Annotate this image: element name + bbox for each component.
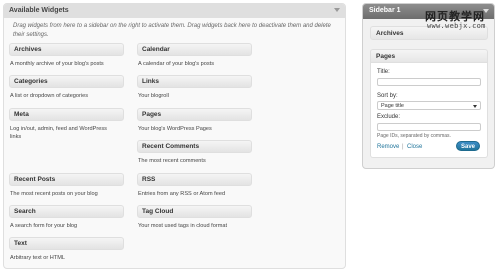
- widget-description: Your blogroll: [138, 93, 169, 99]
- widget-title[interactable]: Links: [137, 75, 252, 88]
- widget-description: Your most used tags in cloud format: [138, 223, 228, 229]
- widget-recent-comments[interactable]: Recent Comments The most recent comments: [137, 140, 252, 165]
- widget-links[interactable]: Links Your blogroll: [137, 75, 252, 100]
- widget-calendar[interactable]: Calendar A calendar of your blog's posts: [137, 43, 252, 68]
- widget-description: Entries from any RSS or Atom feed: [138, 191, 226, 197]
- sort-by-select[interactable]: Page title: [377, 101, 481, 110]
- widget-description: Log in/out, admin, feed and WordPress li…: [10, 126, 107, 140]
- widget-rss[interactable]: RSS Entries from any RSS or Atom feed: [137, 173, 252, 198]
- watermark-url: www.webjx.com: [427, 22, 486, 30]
- widget-search[interactable]: Search A search form for your blog: [9, 205, 124, 230]
- sidebar-widget-title[interactable]: Pages: [370, 49, 488, 63]
- pages-widget-settings: Title: Sort by: Page title Exclude: Page…: [370, 63, 488, 158]
- chevron-down-icon: [473, 105, 477, 108]
- sort-by-label: Sort by:: [377, 93, 398, 99]
- widget-text[interactable]: Text Arbitrary text or HTML: [9, 237, 124, 262]
- exclude-input[interactable]: [377, 123, 481, 131]
- exclude-label: Exclude:: [377, 114, 401, 120]
- available-widgets-title: Available Widgets: [9, 7, 69, 14]
- widget-description: Your blog's WordPress Pages: [138, 126, 212, 132]
- sidebar-1-title: Sidebar 1: [369, 7, 401, 14]
- save-button[interactable]: Save: [456, 141, 480, 151]
- widget-description: The most recent comments: [138, 158, 206, 164]
- widget-tag-cloud[interactable]: Tag Cloud Your most used tags in cloud f…: [137, 205, 252, 230]
- title-input[interactable]: [377, 78, 481, 86]
- widget-title[interactable]: Tag Cloud: [137, 205, 252, 218]
- widget-description: A monthly archive of your blog's posts: [10, 61, 104, 67]
- exclude-help-text: Page IDs, separated by commas.: [377, 133, 451, 139]
- widget-description: A search form for your blog: [10, 223, 78, 229]
- site-watermark: 网页教学网 www.webjx.com: [425, 8, 498, 32]
- widget-pages[interactable]: Pages Your blog's WordPress Pages: [137, 108, 252, 133]
- available-widgets-description: Drag widgets from here to a sidebar on t…: [13, 23, 331, 38]
- widget-title[interactable]: RSS: [137, 173, 252, 186]
- widget-description: The most recent posts on your blog: [10, 191, 98, 197]
- widget-description: A calendar of your blog's posts: [138, 61, 215, 67]
- sort-by-value: Page title: [381, 103, 404, 109]
- widget-title[interactable]: Recent Comments: [137, 140, 252, 153]
- remove-link[interactable]: Remove: [377, 144, 399, 150]
- widget-meta[interactable]: Meta Log in/out, admin, feed and WordPre…: [9, 108, 124, 141]
- available-widgets-header[interactable]: Available Widgets: [4, 4, 345, 18]
- widget-categories[interactable]: Categories A list or dropdown of categor…: [9, 75, 124, 100]
- widget-title[interactable]: Categories: [9, 75, 124, 88]
- widget-recent-posts[interactable]: Recent Posts The most recent posts on yo…: [9, 173, 124, 198]
- widget-title[interactable]: Pages: [137, 108, 252, 121]
- widget-title[interactable]: Meta: [9, 108, 124, 121]
- widget-description: Arbitrary text or HTML: [10, 255, 66, 261]
- close-link[interactable]: Close: [407, 144, 422, 150]
- widget-title[interactable]: Calendar: [137, 43, 252, 56]
- widget-title[interactable]: Recent Posts: [9, 173, 124, 186]
- collapse-arrow-icon[interactable]: [334, 8, 340, 12]
- widget-description: A list or dropdown of categories: [10, 93, 89, 99]
- title-label: Title:: [377, 69, 390, 75]
- sidebar-widget-pages[interactable]: Pages Title: Sort by: Page title Exclude…: [370, 49, 488, 158]
- widget-title[interactable]: Text: [9, 237, 124, 250]
- widget-title[interactable]: Archives: [9, 43, 124, 56]
- widget-archives[interactable]: Archives A monthly archive of your blog'…: [9, 43, 124, 68]
- widget-title[interactable]: Search: [9, 205, 124, 218]
- link-separator: |: [402, 144, 404, 150]
